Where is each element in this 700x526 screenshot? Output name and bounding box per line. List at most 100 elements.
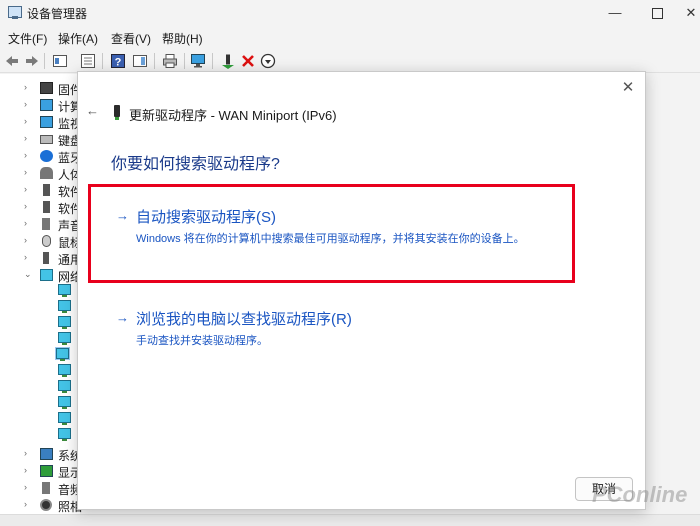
toolbar-separator [44, 53, 45, 69]
device-manager-icon [8, 6, 22, 19]
camera-icon [40, 499, 52, 511]
tree-item-network-adapters[interactable]: ⌄ 网络 [0, 267, 82, 284]
chevron-right-icon[interactable]: › [24, 448, 27, 458]
properties-icon[interactable] [52, 53, 68, 69]
chevron-right-icon[interactable]: › [24, 150, 27, 160]
network-device-icon [114, 105, 120, 120]
forward-arrow-icon[interactable] [24, 53, 40, 69]
menu-file[interactable]: 文件(F) [8, 30, 47, 47]
tree-item-firmware[interactable]: › 固件 [0, 80, 82, 97]
usb-icon [43, 252, 49, 264]
chevron-right-icon[interactable]: › [24, 482, 27, 492]
audio-icon [42, 482, 50, 494]
menu-help[interactable]: 帮助(H) [162, 30, 203, 47]
network-adapter-icon[interactable] [58, 332, 71, 345]
back-arrow-icon[interactable] [4, 53, 20, 69]
dialog-heading: 你要如何搜索驱动程序? [111, 156, 280, 173]
chevron-right-icon[interactable]: › [24, 184, 27, 194]
toolbar-separator [184, 53, 185, 69]
mouse-icon [42, 235, 51, 247]
tree-item-monitor[interactable]: › 监视 [0, 114, 82, 131]
menu-action[interactable]: 操作(A) [58, 30, 98, 47]
firmware-icon [40, 82, 53, 94]
enable-device-icon[interactable] [220, 53, 236, 69]
chevron-right-icon[interactable]: › [24, 465, 27, 475]
scan-hardware-icon[interactable] [190, 53, 206, 69]
update-driver-dialog: ✕ ← 更新驱动程序 - WAN Miniport (IPv6) 你要如何搜索驱… [77, 71, 646, 510]
chevron-right-icon[interactable]: › [24, 235, 27, 245]
tree-item-mouse[interactable]: › 鼠标 [0, 233, 82, 250]
menu-bar: 文件(F) 操作(A) 查看(V) 帮助(H) [0, 28, 700, 48]
console-tree-icon[interactable] [80, 53, 96, 69]
toolbar-separator [212, 53, 213, 69]
network-adapter-icon[interactable] [58, 300, 71, 313]
minimize-button[interactable]: — [600, 3, 630, 23]
menu-view[interactable]: 查看(V) [111, 30, 151, 47]
chevron-right-icon[interactable]: › [24, 252, 27, 262]
network-adapter-icon[interactable] [58, 284, 71, 297]
auto-search-title[interactable]: 自动搜索驱动程序(S) [136, 206, 276, 227]
tree-item-bluetooth[interactable]: › 蓝牙 [0, 148, 82, 165]
tree-item-system[interactable]: › 系统 [0, 446, 82, 463]
tree-item-software-component[interactable]: › 软件 [0, 182, 82, 199]
device-tree: › 固件 › 计算 › 监视 › 键盘 › 蓝牙 › 人体 › 软件 › 软件 … [0, 74, 82, 514]
browse-computer-title[interactable]: 浏览我的电脑以查找驱动程序(R) [136, 308, 352, 329]
tree-item-computer[interactable]: › 计算 [0, 97, 82, 114]
keyboard-icon [40, 135, 53, 144]
network-adapter-icon[interactable] [58, 380, 71, 393]
tree-item-keyboard[interactable]: › 键盘 [0, 131, 82, 148]
tree-item-camera[interactable]: › 照相 [0, 497, 82, 514]
monitor-icon [40, 116, 53, 128]
uninstall-x-icon[interactable] [240, 53, 256, 69]
toolbar: ? [0, 50, 700, 73]
auto-search-description: Windows 将在你的计算机中搜索最佳可用驱动程序，并将其安装在你的设备上。 [136, 233, 525, 245]
chevron-right-icon[interactable]: › [24, 82, 27, 92]
print-icon[interactable] [162, 53, 178, 69]
dialog-close-button[interactable]: ✕ [618, 78, 638, 98]
bluetooth-icon [40, 150, 53, 162]
network-adapter-icon[interactable] [58, 364, 71, 377]
maximize-button[interactable] [642, 3, 672, 23]
chevron-right-icon[interactable]: › [24, 116, 27, 126]
tree-item-software-device[interactable]: › 软件 [0, 199, 82, 216]
window-titlebar: 设备管理器 — ✕ [0, 0, 700, 26]
chevron-down-icon[interactable]: ⌄ [24, 269, 32, 280]
software-device-icon [43, 201, 50, 213]
chevron-right-icon[interactable]: › [24, 167, 27, 177]
tree-item-hid[interactable]: › 人体 [0, 165, 82, 182]
back-arrow-icon[interactable]: ← [86, 103, 99, 118]
chevron-right-icon[interactable]: › [24, 499, 27, 509]
chevron-right-icon[interactable]: › [24, 201, 27, 211]
window-title: 设备管理器 [27, 7, 88, 21]
network-adapter-icon[interactable] [58, 396, 71, 409]
network-adapter-icon[interactable] [55, 347, 70, 361]
display-adapter-icon [40, 465, 53, 477]
svg-text:?: ? [115, 57, 122, 69]
chevron-right-icon[interactable]: › [24, 133, 27, 143]
tree-item-usb[interactable]: › 通用 [0, 250, 82, 267]
action-pane-icon[interactable] [132, 53, 148, 69]
software-component-icon [43, 184, 50, 196]
dialog-title: 更新驱动程序 - WAN Miniport (IPv6) [129, 108, 337, 123]
chevron-right-icon[interactable]: › [24, 99, 27, 109]
arrow-right-icon: → [116, 208, 129, 223]
close-window-button[interactable]: ✕ [676, 3, 700, 23]
speaker-icon [42, 218, 50, 230]
chevron-right-icon[interactable]: › [24, 218, 27, 228]
status-bar [0, 514, 700, 526]
browse-computer-description: 手动查找并安装驱动程序。 [136, 335, 268, 347]
update-driver-down-icon[interactable] [260, 53, 276, 69]
toolbar-separator [102, 53, 103, 69]
network-adapter-icon[interactable] [58, 412, 71, 425]
watermark-logo: PConline [592, 482, 688, 507]
toolbar-separator [154, 53, 155, 69]
system-icon [40, 448, 53, 460]
tree-item-audio[interactable]: › 音频 [0, 480, 82, 497]
tree-item-display[interactable]: › 显示 [0, 463, 82, 480]
network-adapter-icon[interactable] [58, 316, 71, 329]
maximize-icon [651, 8, 663, 20]
tree-item-sound[interactable]: › 声音 [0, 216, 82, 233]
help-icon[interactable]: ? [110, 53, 126, 69]
arrow-right-icon: → [116, 310, 129, 325]
network-adapter-icon[interactable] [58, 428, 71, 441]
